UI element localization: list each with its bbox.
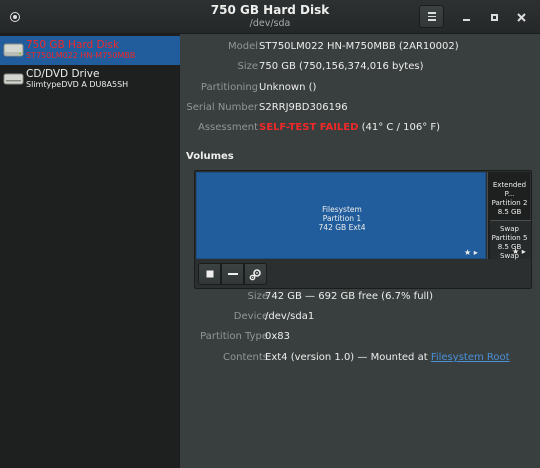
partition-type-row: Partition Type 0x83 <box>181 331 540 347</box>
drive-model: ST750LM022 HN-M750MBB <box>26 51 136 60</box>
assessment-temperature: (41° C / 106° F) <box>361 122 441 133</box>
assessment-label: Assessment <box>198 122 258 133</box>
close-icon <box>516 12 526 22</box>
serial-row: Serial Number S2RRJ9BD306196 <box>181 102 540 118</box>
drive-item-optical[interactable]: CD/DVD Drive SlimtypeDVD A DU8A5SH <box>0 65 180 94</box>
partition-type-value: 0x83 <box>265 331 291 342</box>
unmount-button[interactable] <box>198 263 221 285</box>
drive-list: 750 GB Hard Disk ST750LM022 HN-M750MBB C… <box>0 34 180 468</box>
model-value: ST750LM022 HN-M750MBB (2AR10002) <box>259 41 459 52</box>
delete-partition-button[interactable] <box>221 263 244 285</box>
volumes-panel: Filesystem Partition 1 742 GB Ext4 ★ ▸ E… <box>194 170 532 289</box>
serial-label: Serial Number <box>186 102 258 113</box>
drive-menu-button[interactable] <box>419 5 444 28</box>
partition-size-row: Size 742 GB — 692 GB free (6.7% full) <box>181 291 540 307</box>
assessment-status: SELF-TEST FAILED <box>259 122 359 133</box>
drive-model: SlimtypeDVD A DU8A5SH <box>26 80 129 89</box>
size-value: 750 GB (750,156,374,016 bytes) <box>259 61 424 72</box>
maximize-icon <box>490 13 498 21</box>
drive-item-hard-disk[interactable]: 750 GB Hard Disk ST750LM022 HN-M750MBB <box>0 36 180 65</box>
model-row: Model ST750LM022 HN-M750MBB (2AR10002) <box>181 41 540 57</box>
hamburger-icon-line <box>427 19 436 21</box>
drive-name: CD/DVD Drive <box>26 68 100 80</box>
partition-label: Filesystem Partition 1 742 GB Ext4 <box>197 205 487 232</box>
hamburger-icon-line <box>427 15 436 18</box>
size-label: Size <box>237 61 258 72</box>
partition-label: Extended P... Partition 2 8.5 GB <box>488 181 531 217</box>
contents-text: Ext4 (version 1.0) — Mounted at <box>265 352 431 363</box>
model-label: Model <box>227 41 258 52</box>
partition-type-label: Partition Type <box>200 331 268 342</box>
partitioning-label: Partitioning <box>200 82 258 93</box>
partition-size-value: 742 GB — 692 GB free (6.7% full) <box>265 291 433 302</box>
partitioning-row: Partitioning Unknown () <box>181 82 540 98</box>
contents-label: Contents <box>223 352 268 363</box>
header-bar: 750 GB Hard Disk /dev/sda <box>0 0 540 34</box>
stop-icon <box>206 270 213 278</box>
optical-drive-icon <box>3 73 24 85</box>
drive-name: 750 GB Hard Disk <box>26 39 120 51</box>
volume-toolbar <box>196 260 530 288</box>
partition-settings-button[interactable] <box>244 263 267 285</box>
partition-size-text: 742 GB Ext4 <box>318 223 366 232</box>
title-block: 750 GB Hard Disk /dev/sda <box>180 3 360 30</box>
hamburger-icon-line <box>427 12 436 14</box>
app-menu-icon[interactable] <box>6 8 24 26</box>
window-title: 750 GB Hard Disk <box>210 3 330 17</box>
mounted-marker-icon: ★ ▸ <box>464 248 478 257</box>
serial-value: S2RRJ9BD306196 <box>259 102 348 113</box>
swap-marker-icon: ★ ▸ <box>512 247 526 256</box>
close-button[interactable] <box>512 8 530 26</box>
maximize-button[interactable] <box>485 8 503 26</box>
partition-number-text: Partition 1 <box>322 214 362 223</box>
minus-icon <box>227 273 238 275</box>
device-row: Device /dev/sda1 <box>181 311 540 327</box>
assessment-value: SELF-TEST FAILED (41° C / 106° F) <box>259 122 440 133</box>
partition-map: Filesystem Partition 1 742 GB Ext4 ★ ▸ E… <box>196 172 531 260</box>
partition-number-text: Partition 2 <box>491 199 528 207</box>
assessment-row: Assessment SELF-TEST FAILED (41° C / 106… <box>181 122 540 138</box>
hard-disk-icon <box>3 43 24 57</box>
contents-value: Ext4 (version 1.0) — Mounted at Filesyst… <box>265 352 510 363</box>
partition-type-text: Swap <box>500 225 519 233</box>
partition-swap[interactable]: Swap Partition 5 8.5 GB Swap ★ ▸ <box>490 220 531 260</box>
partitioning-value: Unknown () <box>259 82 317 93</box>
partition-type-text: Extended P... <box>492 181 527 198</box>
contents-row: Contents Ext4 (version 1.0) — Mounted at… <box>181 352 540 368</box>
partition-size-text: 8.5 GB <box>497 208 522 216</box>
device-label: Device <box>233 311 268 322</box>
minimize-icon <box>462 18 470 21</box>
size-row: Size 750 GB (750,156,374,016 bytes) <box>181 61 540 77</box>
volumes-heading: Volumes <box>186 151 234 162</box>
drive-details: Model ST750LM022 HN-M750MBB (2AR10002) S… <box>181 34 540 468</box>
device-value: /dev/sda1 <box>265 311 315 322</box>
filesystem-root-link[interactable]: Filesystem Root <box>431 352 510 363</box>
partition-type-text: Filesystem <box>322 205 362 214</box>
partition-number-text: Partition 5 <box>491 234 528 242</box>
minimize-button[interactable] <box>457 8 475 26</box>
partition-extended[interactable]: Extended P... Partition 2 8.5 GB Swap Pa… <box>487 172 531 260</box>
gears-icon <box>249 268 261 280</box>
partition-filesystem[interactable]: Filesystem Partition 1 742 GB Ext4 ★ ▸ <box>196 172 486 259</box>
window-subtitle: /dev/sda <box>249 18 291 29</box>
